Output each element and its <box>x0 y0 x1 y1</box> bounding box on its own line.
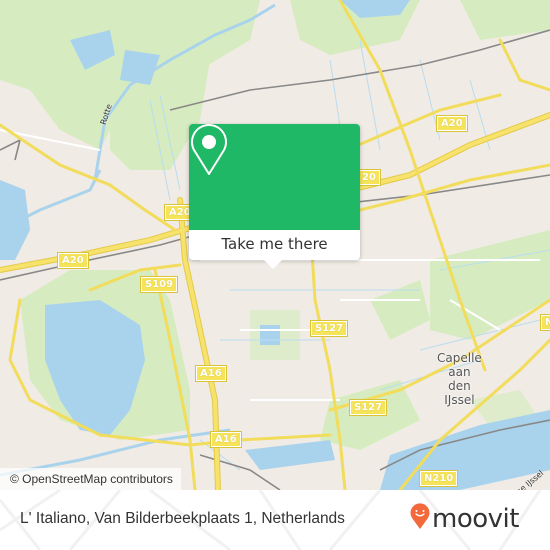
moovit-smiley-pin-icon <box>410 503 430 529</box>
road-shield-s109: S109 <box>139 276 179 293</box>
road-shield-s127: S127 <box>348 399 388 416</box>
popup-header <box>189 124 360 230</box>
place-label-capelle-aan-den-ijssel: Capelle aan den IJssel <box>437 351 482 407</box>
moovit-wordmark: moovit <box>432 504 519 534</box>
footer-bar: L' Italiano, Van Bilderbeekplaats 1, Net… <box>0 490 550 550</box>
location-popup: Take me there <box>189 124 360 269</box>
moovit-logo[interactable]: moovit <box>410 502 540 538</box>
osm-attribution[interactable]: © OpenStreetMap contributors <box>0 468 181 490</box>
popup-pointer <box>264 260 282 269</box>
map-view[interactable]: A20 A20 20 A20 S109 S127 S127 A16 A16 N2… <box>0 0 550 490</box>
location-address: L' Italiano, Van Bilderbeekplaats 1, Net… <box>20 510 345 527</box>
road-shield-s127: S127 <box>309 320 349 337</box>
road-shield-a20: 20 <box>357 169 381 186</box>
road-shield-a16: A16 <box>195 365 227 382</box>
take-me-there-button[interactable]: Take me there <box>189 230 360 260</box>
map-pin-icon <box>191 124 227 175</box>
road-shield-a20: A20 <box>436 115 468 132</box>
road-shield-a20: A20 <box>57 252 89 269</box>
road-shield-n210: N210 <box>418 470 459 487</box>
road-shield-a16: A16 <box>210 431 242 448</box>
road-shield-n: N <box>539 314 550 331</box>
